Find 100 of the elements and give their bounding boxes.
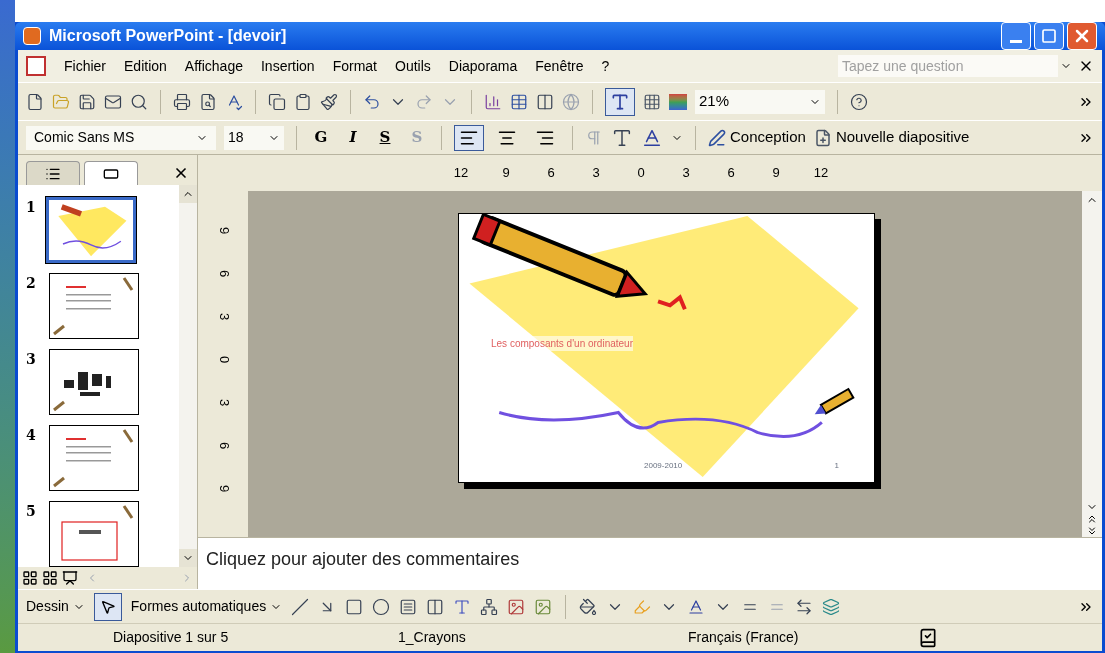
- help-icon[interactable]: [850, 92, 868, 111]
- undo-icon[interactable]: [363, 92, 381, 111]
- ruler-number: 6: [216, 441, 234, 450]
- status-text: 1_Crayons: [398, 628, 467, 647]
- columns-icon[interactable]: [536, 92, 554, 111]
- menu-item[interactable]: Diaporama: [440, 54, 526, 78]
- status-text: Diapositive 1 sur 5: [112, 628, 230, 647]
- notes-placeholder[interactable]: Cliquez pour ajouter des commentaires: [206, 546, 520, 573]
- slide-thumbnail[interactable]: [49, 349, 139, 415]
- slide-number: 1: [26, 198, 37, 217]
- chart-icon[interactable]: [484, 92, 502, 111]
- text-box-icon[interactable]: [399, 597, 418, 616]
- ruler-number: 3: [591, 164, 601, 183]
- slide-number: 4: [26, 426, 37, 445]
- ruler-number: 0: [636, 164, 646, 183]
- slide-number: 2: [26, 274, 37, 293]
- menu-item[interactable]: Fenêtre: [527, 54, 592, 78]
- close-button[interactable]: [1067, 22, 1097, 50]
- ellipse-icon[interactable]: [372, 597, 391, 616]
- slide-thumbnail[interactable]: [49, 501, 139, 567]
- previous-slide-icon[interactable]: [1086, 513, 1098, 525]
- save-icon[interactable]: [78, 92, 96, 111]
- slide-number: 5: [26, 502, 37, 521]
- new-file-icon[interactable]: [26, 92, 44, 111]
- slideshow-icon[interactable]: [62, 570, 78, 586]
- rectangle-icon[interactable]: [345, 597, 364, 616]
- scroll-up-icon[interactable]: [179, 185, 197, 203]
- ruler-number: 6: [726, 164, 736, 183]
- ruler-number: 9: [501, 164, 511, 183]
- arrow-style-icon[interactable]: [795, 597, 814, 616]
- grid-icon[interactable]: [643, 92, 661, 111]
- app-icon: [23, 27, 41, 45]
- pointer-icon: [99, 598, 116, 615]
- new-slide-button[interactable]: Nouvelle diapositive: [813, 126, 970, 149]
- scroll-down-icon[interactable]: [179, 549, 197, 567]
- slide-thumbnail[interactable]: [49, 273, 139, 339]
- ruler-number: 6: [546, 164, 556, 183]
- help-question-field[interactable]: Tapez une question: [838, 55, 1058, 77]
- maximize-button[interactable]: [1034, 22, 1064, 50]
- font-size-dropdown[interactable]: 18: [224, 125, 284, 150]
- ruler-number: 9: [771, 164, 781, 183]
- scrollbar[interactable]: [1082, 191, 1102, 537]
- line-icon[interactable]: [291, 597, 310, 616]
- design-button[interactable]: Conception: [708, 126, 806, 149]
- slide-footer: 2009-2010: [644, 460, 683, 472]
- menu-item[interactable]: Fichier: [56, 54, 114, 78]
- slide-title[interactable]: Les composants d'un ordinateur: [491, 336, 633, 351]
- normal-view-icon[interactable]: [22, 570, 38, 586]
- menu-item[interactable]: Outils: [387, 54, 439, 78]
- shadow-icon[interactable]: [822, 597, 841, 616]
- slide-number: 1: [834, 460, 839, 472]
- drawing-menu-button[interactable]: Dessin: [26, 596, 85, 617]
- slide-number: 3: [26, 350, 37, 369]
- text-style-button[interactable]: G: [309, 125, 333, 150]
- maximize-icon: [1041, 28, 1057, 44]
- ruler-number: 6: [216, 269, 234, 278]
- menu-item[interactable]: Format: [324, 54, 385, 78]
- text-style-button[interactable]: S: [373, 125, 397, 150]
- spelling-status-icon: [918, 627, 938, 648]
- menu-item[interactable]: ?: [593, 54, 618, 78]
- window-title: Microsoft PowerPoint - [devoir]: [49, 26, 287, 46]
- menu-item[interactable]: Edition: [116, 54, 175, 78]
- font-dropdown[interactable]: Comic Sans MS: [26, 125, 216, 150]
- scrollbar[interactable]: [179, 185, 197, 567]
- autoshapes-button[interactable]: Formes automatiques: [130, 596, 283, 617]
- mail-icon[interactable]: [104, 92, 122, 111]
- minimize-button[interactable]: [1001, 22, 1031, 50]
- pen-icon: [708, 128, 726, 147]
- minimize-icon: [1010, 39, 1022, 43]
- ruler-number: 0: [216, 355, 234, 364]
- zoom-dropdown[interactable]: 21%: [695, 89, 825, 114]
- next-slide-icon[interactable]: [1086, 525, 1098, 537]
- slide-thumbnail[interactable]: [46, 197, 136, 263]
- paste-icon[interactable]: [294, 92, 312, 111]
- copy-icon[interactable]: [268, 92, 286, 111]
- format-painter-icon[interactable]: [320, 92, 338, 111]
- fill-color-icon[interactable]: [579, 597, 598, 616]
- line-color-icon[interactable]: [633, 597, 652, 616]
- close-icon[interactable]: [173, 165, 189, 181]
- picture-icon[interactable]: [534, 597, 553, 616]
- formatting-toggle-button[interactable]: [605, 87, 635, 116]
- ruler-number: 12: [813, 164, 829, 183]
- search-icon[interactable]: [130, 92, 148, 111]
- slide-thumbnail[interactable]: [49, 425, 139, 491]
- diagram-icon[interactable]: [480, 597, 499, 616]
- table-icon[interactable]: [510, 92, 528, 111]
- status-text: Français (France): [688, 628, 800, 647]
- pane-tab[interactable]: [26, 161, 80, 185]
- printer-icon[interactable]: [173, 92, 191, 111]
- sorter-view-icon[interactable]: [42, 570, 58, 586]
- ruler-number: 3: [681, 164, 691, 183]
- text-style-button[interactable]: I: [341, 125, 365, 150]
- menu-item[interactable]: Insertion: [252, 54, 323, 78]
- select-tool-button[interactable]: [93, 592, 122, 621]
- document-icon[interactable]: [26, 56, 46, 76]
- pane-tab[interactable]: [84, 161, 138, 185]
- print-preview-icon[interactable]: [199, 92, 217, 111]
- ruler-number: 9: [216, 226, 234, 235]
- align-button[interactable]: [454, 124, 484, 151]
- menu-item[interactable]: Affichage: [176, 54, 251, 78]
